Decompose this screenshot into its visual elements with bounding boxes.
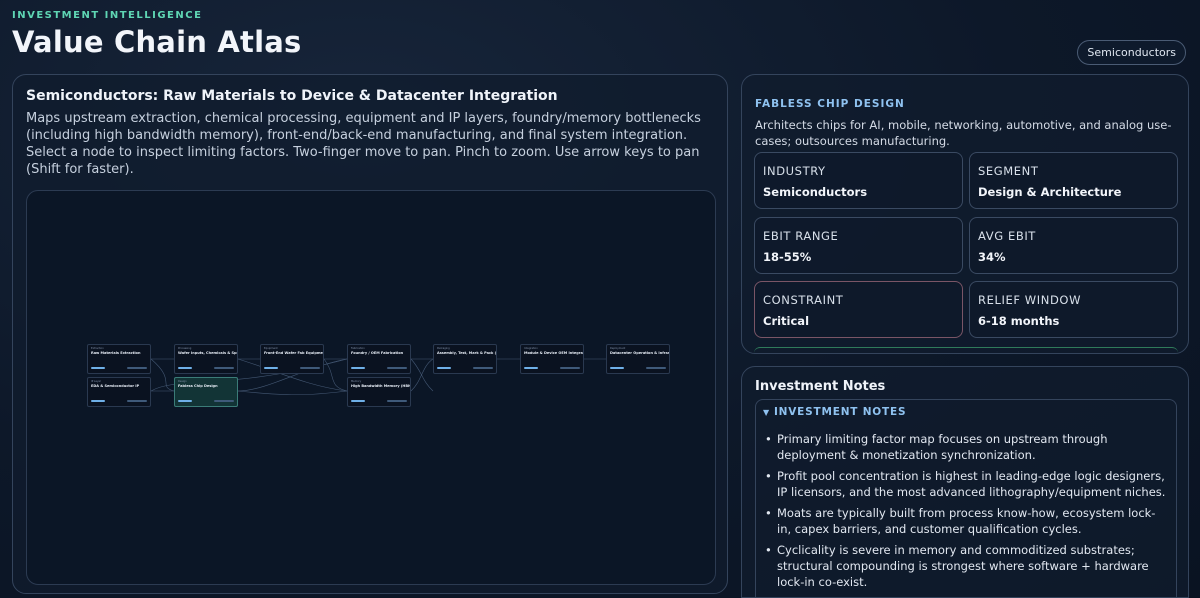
chain-title: Semiconductors: Raw Materials to Device … [26,88,558,104]
chain-description: Maps upstream extraction, chemical proce… [26,111,701,177]
status-strip [754,347,1178,353]
stat-industry: INDUSTRY Semiconductors [754,152,963,209]
node-name: FABLESS CHIP DESIGN [755,98,905,110]
page-header: INVESTMENT INTELLIGENCE Value Chain Atla… [12,10,301,59]
node-osat[interactable]: Packaging Assembly, Test, Mark & Pack (O… [433,344,497,374]
list-item: • Moats are typically built from process … [765,506,1156,536]
node-fabless-design[interactable]: Design Fabless Chip Design [174,377,238,407]
bullet-icon: • [765,543,772,557]
list-item: • Cyclicality is severe in memory and com… [765,543,1149,589]
industry-filter-button[interactable]: Semiconductors [1077,40,1186,65]
node-eda-ip[interactable]: IP Layer EDA & Semiconductor IP [87,377,151,407]
stat-relief-window: RELIEF WINDOW 6-18 months [969,281,1178,338]
node-oem-integration[interactable]: Integration Module & Device OEM Integrat… [520,344,584,374]
value-chain-panel: Semiconductors: Raw Materials to Device … [12,74,728,594]
notes-list: • Primary limiting factor map focuses on … [763,431,1168,595]
chevron-down-icon: ▼ [763,408,770,417]
notes-accordion: ▼ INVESTMENT NOTES • Primary limiting fact… [755,399,1177,597]
node-hbm[interactable]: Memory High Bandwidth Memory (HBM) Desig… [347,377,411,407]
app-eyebrow: INVESTMENT INTELLIGENCE [12,10,203,21]
node-detail-panel: FABLESS CHIP DESIGN Architects chips for… [741,74,1189,354]
node-foundry[interactable]: Fabrication Foundry / OEM Fabrication [347,344,411,374]
notes-accordion-toggle[interactable]: ▼ INVESTMENT NOTES [763,406,906,418]
node-description: Architects chips for AI, mobile, network… [755,118,1172,148]
bullet-icon: • [765,469,772,483]
stat-ebit-range: EBIT RANGE 18-55% [754,217,963,274]
page-title: Value Chain Atlas [12,25,302,59]
notes-heading: Investment Notes [755,379,886,394]
bullet-icon: • [765,506,772,520]
notes-accordion-label: INVESTMENT NOTES [773,406,907,418]
node-wafer-inputs[interactable]: Processing Wafer Inputs, Chemicals & Spe… [174,344,238,374]
value-chain-graph-canvas[interactable]: Extraction Raw Materials Extraction Proc… [26,190,716,585]
list-item: • Primary limiting factor map focuses on … [765,432,1108,462]
node-datacenter[interactable]: Deployment Datacenter Operation & Infras… [606,344,670,374]
list-item: • Profit pool concentration is highest in… [765,469,1166,499]
stat-avg-ebit: AVG EBIT 34% [969,217,1178,274]
investment-notes-panel: Investment Notes ▼ INVESTMENT NOTES • Prim… [741,366,1189,598]
stat-segment: SEGMENT Design & Architecture [969,152,1178,209]
node-raw-materials[interactable]: Extraction Raw Materials Extraction [87,344,151,374]
node-fab-equipment[interactable]: Equipment Front-End Wafer Fab Equipment [260,344,324,374]
bullet-icon: • [765,432,772,446]
stat-constraint: CONSTRAINT Critical [754,281,963,338]
